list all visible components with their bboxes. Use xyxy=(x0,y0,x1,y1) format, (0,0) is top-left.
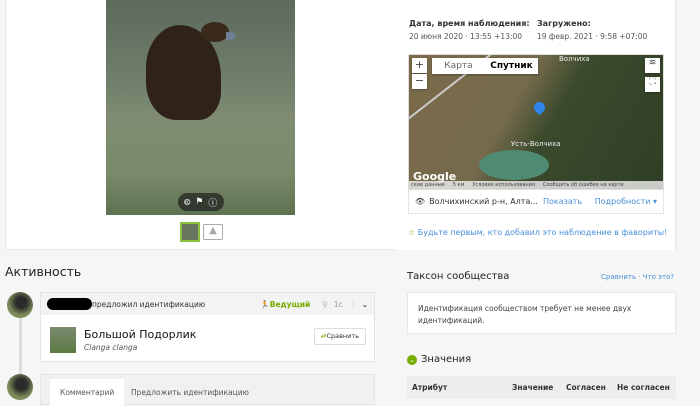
favorite-link[interactable]: ☆ Будьте первым, кто добавил это наблюде… xyxy=(408,228,667,237)
redacted-username xyxy=(47,298,92,310)
location-bar: 👁 Волчихинский р-н, Алта... Показать Под… xyxy=(408,190,664,214)
map-report-link[interactable]: Сообщить об ошибке на карте xyxy=(543,182,624,188)
identification-card: предложил идентификацию 🏃Ведущий ⚲ 1с ⌄ … xyxy=(40,292,375,362)
zoom-in-button[interactable]: + xyxy=(412,58,427,73)
location-text: Волчихинский р-н, Алта... xyxy=(429,197,538,206)
agree-icon: ⚲ xyxy=(322,299,328,309)
map-pin-icon[interactable] xyxy=(531,99,548,116)
date-value: 20 июня 2020 · 13:55 +13:00 xyxy=(409,32,523,41)
what-is-this-link[interactable]: Что это? xyxy=(643,273,674,281)
taxon-scientific-name[interactable]: Clanga clanga xyxy=(84,343,137,352)
id-age: 1с xyxy=(333,299,343,309)
annotations-title: Значения xyxy=(421,354,472,365)
compare-label: Сравнить xyxy=(326,332,360,340)
observation-photo[interactable]: 🅭 ⚑ ⓘ xyxy=(106,0,295,215)
show-location-link[interactable]: Показать xyxy=(543,197,582,206)
avatar[interactable] xyxy=(7,292,33,318)
map-scale: 5 км xyxy=(452,182,465,188)
taxon-common-name[interactable]: Большой Подорлик xyxy=(84,328,196,341)
map-type-satellite[interactable]: Спутник xyxy=(485,58,538,74)
star-icon: ☆ xyxy=(408,228,416,237)
info-icon[interactable]: ⓘ xyxy=(208,196,217,209)
map-footer: ские данные 5 км Условия использования С… xyxy=(409,181,663,189)
compare-button[interactable]: ⇄Сравнить xyxy=(314,328,366,345)
photo-controls: 🅭 ⚑ ⓘ xyxy=(178,193,224,211)
uploaded-value: 19 февр. 2021 · 9:58 +07:00 xyxy=(537,32,648,41)
map-type-map[interactable]: Карта xyxy=(432,58,485,74)
runner-icon: 🏃 xyxy=(260,299,270,309)
fullscreen-icon[interactable]: ⛶ xyxy=(645,77,660,92)
community-taxon-title: Таксон сообщества xyxy=(407,271,510,282)
photo-thumbnail[interactable] xyxy=(180,222,200,242)
zoom-out-button[interactable]: − xyxy=(412,74,427,89)
timeline-line xyxy=(19,318,22,376)
details-dropdown[interactable]: Подробности ▾ xyxy=(595,197,657,206)
tab-comment[interactable]: Комментарий xyxy=(50,379,125,406)
leading-badge: 🏃Ведущий xyxy=(260,300,310,309)
identification-action: предложил идентификацию xyxy=(92,299,206,309)
map-place-label: Волчиха xyxy=(559,55,590,63)
chevron-down-icon[interactable]: ⌄ xyxy=(352,299,368,309)
column-agree: Согласен xyxy=(566,383,606,392)
community-taxon-message: Идентификация сообществом требует не мен… xyxy=(407,292,676,334)
taxon-photo[interactable] xyxy=(50,327,76,353)
annotations-table-header: Атрибут Значение Согласен Не согласен xyxy=(407,376,676,399)
tab-suggest-id[interactable]: Предложить идентификацию xyxy=(121,379,259,406)
leading-label: Ведущий xyxy=(269,299,311,309)
community-links: Сравнить · Что это? xyxy=(601,273,674,281)
map-terms-link[interactable]: Условия использования xyxy=(472,182,535,188)
column-value: Значение xyxy=(512,383,554,392)
add-photo-icon[interactable]: ▲ xyxy=(203,224,223,240)
annotations-header[interactable]: ⌄ Значения xyxy=(407,354,471,365)
favorite-text[interactable]: Будьте первым, кто добавил это наблюдени… xyxy=(418,228,668,237)
map-data-text: ские данные xyxy=(411,182,445,188)
layers-icon[interactable]: ≋ xyxy=(645,58,660,73)
chevron-down-icon: ⌄ xyxy=(407,354,417,365)
uploaded-label: Загружено: xyxy=(537,19,591,28)
date-label: Дата, время наблюдения: xyxy=(409,19,530,28)
separator: · xyxy=(638,273,641,281)
eye-icon: 👁 xyxy=(415,197,426,206)
flag-icon[interactable]: ⚑ xyxy=(195,197,203,207)
column-attribute: Атрибут xyxy=(412,383,448,392)
map[interactable]: Волчиха Усть-Волчиха + − Карта Спутник ≋… xyxy=(408,54,664,190)
cc-license-icon[interactable]: 🅭 xyxy=(185,197,191,208)
column-disagree: Не согласен xyxy=(617,383,670,392)
avatar[interactable] xyxy=(7,374,33,400)
map-place-label: Усть-Волчиха xyxy=(511,140,561,148)
activity-title: Активность xyxy=(5,264,82,279)
map-type-toggle: Карта Спутник xyxy=(432,58,538,74)
comment-box: Комментарий Предложить идентификацию xyxy=(40,374,375,406)
community-compare-link[interactable]: Сравнить xyxy=(601,273,636,281)
